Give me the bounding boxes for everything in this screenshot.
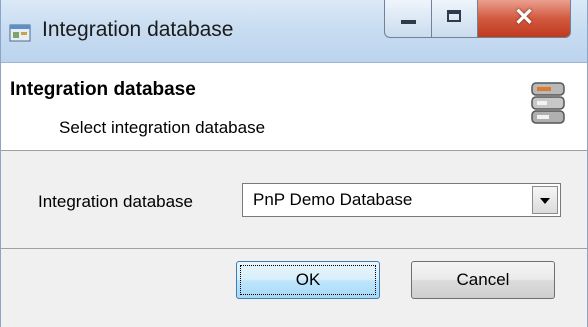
cancel-button[interactable]: Cancel [411, 261, 555, 299]
integration-database-label: Integration database [38, 192, 194, 211]
focus-rect [240, 265, 376, 295]
maximize-icon [447, 10, 461, 22]
database-icon [531, 82, 565, 124]
ok-button[interactable]: OK [236, 261, 380, 299]
window-app-icon [9, 24, 31, 42]
title-bar[interactable]: Integration database ✕ [1, 0, 587, 63]
minimize-button[interactable] [384, 0, 432, 38]
close-icon: ✕ [513, 4, 535, 31]
maximize-button[interactable] [432, 0, 478, 38]
minimize-icon [401, 20, 416, 24]
dropdown-arrow-icon [540, 198, 550, 204]
dialog-window: Integration database ✕ Integration datab… [0, 0, 588, 327]
header-title: Integration database [10, 79, 196, 100]
dialog-header: Integration database Select integration … [1, 63, 587, 151]
cancel-label: Cancel [456, 270, 510, 289]
integration-database-select[interactable]: PnP Demo Database [242, 183, 561, 217]
window-title: Integration database [42, 18, 234, 41]
header-subtitle: Select integration database [59, 118, 266, 137]
close-button[interactable]: ✕ [478, 0, 571, 38]
button-separator [1, 248, 587, 249]
selected-value: PnP Demo Database [253, 190, 413, 209]
dropdown-button[interactable] [532, 186, 558, 214]
